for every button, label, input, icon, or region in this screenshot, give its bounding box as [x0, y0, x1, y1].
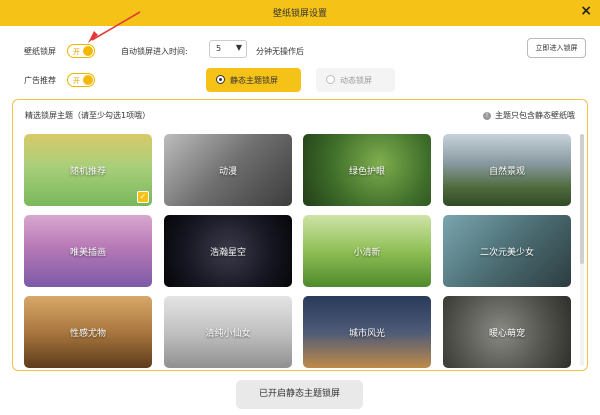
tile-label: 小清新 — [353, 248, 381, 258]
panel-title: 精选锁屏主题（请至少勾选1项哦） — [25, 111, 151, 120]
toggle-knob — [83, 46, 93, 56]
auto-lock-suffix: 分钟无操作后 — [256, 47, 304, 56]
tile-label: 动漫 — [218, 167, 237, 177]
lock-toggle-text: 开 — [73, 48, 80, 56]
auto-lock-label: 自动锁屏进入时间: — [121, 47, 188, 56]
tile-label: 绿色护眼 — [348, 167, 385, 177]
panel-note-text: 主题只包含静态壁纸哦 — [495, 111, 575, 120]
radio-selected-icon — [216, 75, 225, 84]
enter-lock-button[interactable]: 立即进入锁屏 — [527, 38, 586, 58]
tile-label: 暖心萌宠 — [488, 329, 525, 339]
toggle-knob — [83, 75, 93, 85]
tile-label: 二次元美少女 — [479, 248, 534, 258]
theme-tile-fresh[interactable]: 小清新 — [303, 215, 431, 287]
theme-tile-sexy[interactable]: 性感尤物 — [24, 296, 152, 368]
info-icon: ! — [483, 112, 491, 120]
mode-static-lock[interactable]: 静态主题锁屏 — [206, 68, 301, 92]
theme-tile-starry[interactable]: 浩瀚星空 — [164, 215, 292, 287]
static-lock-enabled-button[interactable]: 已开启静态主题锁屏 — [236, 380, 363, 409]
theme-tile-illustration[interactable]: 唯美插画 — [24, 215, 152, 287]
theme-tile-2d-girl[interactable]: 二次元美少女 — [443, 215, 571, 287]
auto-lock-value: 5 — [216, 44, 222, 53]
tile-label: 城市风光 — [348, 329, 385, 339]
theme-tile-pet[interactable]: 暖心萌宠 — [443, 296, 571, 368]
chevron-down-icon: ▼ — [235, 43, 242, 52]
ad-label: 广告推荐 — [24, 76, 56, 85]
panel-note: ! 主题只包含静态壁纸哦 — [483, 110, 575, 121]
close-icon[interactable]: × — [580, 3, 592, 19]
arrow-annotation — [88, 11, 141, 43]
tile-label: 性感尤物 — [69, 329, 106, 339]
theme-tile-nature[interactable]: 自然景观 — [443, 134, 571, 206]
tile-label: 唯美插画 — [69, 248, 106, 258]
theme-tile-anime[interactable]: 动漫 — [164, 134, 292, 206]
scrollbar-thumb[interactable] — [580, 134, 584, 264]
tile-label: 清纯小仙女 — [205, 329, 251, 339]
tile-label: 浩瀚星空 — [209, 248, 246, 258]
checkbox-checked-icon[interactable]: ✓ — [137, 191, 149, 203]
theme-tile-city[interactable]: 城市风光 — [303, 296, 431, 368]
lock-toggle[interactable]: 开 — [67, 44, 95, 58]
tile-label: 随机推荐 — [69, 167, 106, 177]
mode-label: 静态主题锁屏 — [230, 76, 278, 85]
lock-label: 壁纸锁屏 — [24, 47, 56, 56]
radio-unselected-icon — [326, 75, 335, 84]
tile-label: 自然景观 — [488, 167, 525, 177]
ad-toggle[interactable]: 开 — [67, 73, 95, 87]
theme-tile-pure-girl[interactable]: 清纯小仙女 — [164, 296, 292, 368]
ad-toggle-text: 开 — [73, 77, 80, 85]
theme-tile-green[interactable]: 绿色护眼 — [303, 134, 431, 206]
theme-tile-random[interactable]: 随机推荐 ✓ — [24, 134, 152, 206]
mode-dynamic-lock[interactable]: 动态锁屏 — [316, 68, 395, 92]
auto-lock-select[interactable]: 5 ▼ — [209, 40, 247, 58]
mode-label: 动态锁屏 — [340, 76, 372, 85]
theme-panel: 精选锁屏主题（请至少勾选1项哦） ! 主题只包含静态壁纸哦 随机推荐 ✓ 动漫 绿… — [12, 99, 588, 371]
